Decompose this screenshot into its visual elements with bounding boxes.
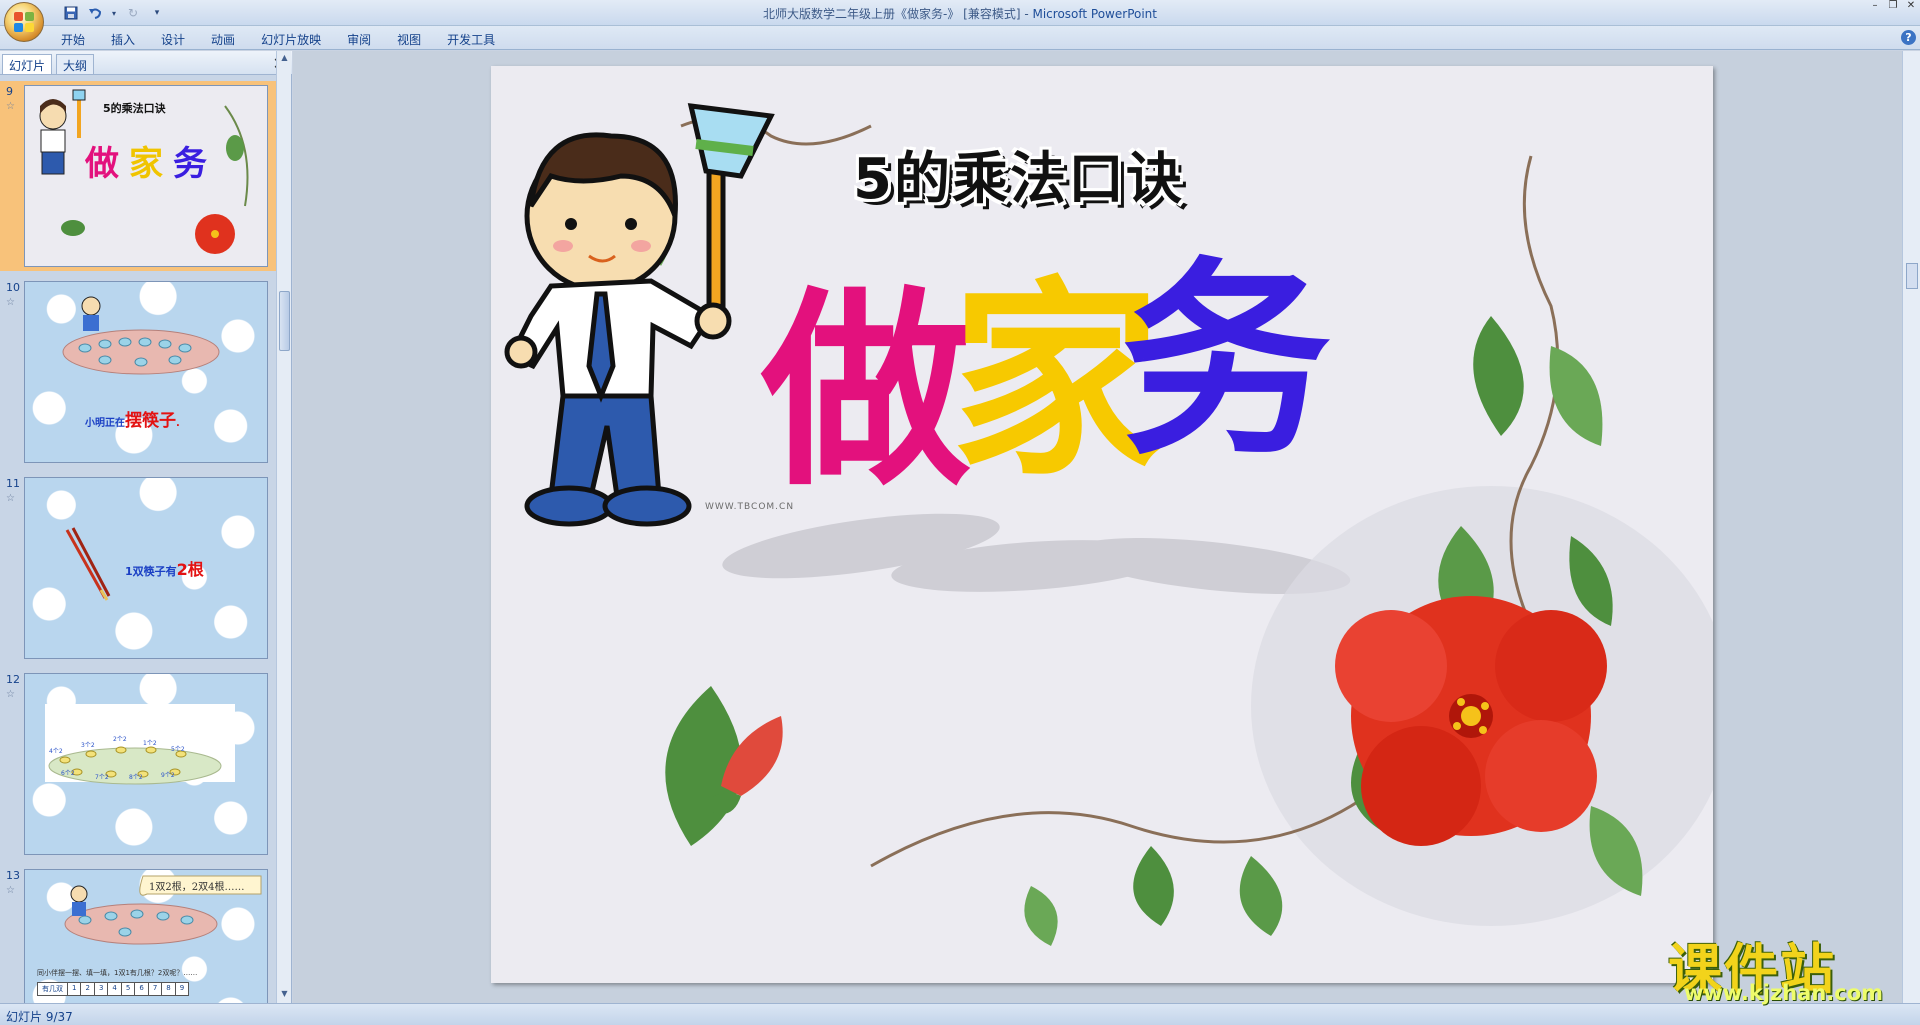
slide-thumbnail-9[interactable]: 9 ☆ 5的乘法口诀 做家务 bbox=[0, 81, 276, 271]
slide-number: 9 bbox=[6, 85, 13, 98]
slide-number: 13 bbox=[6, 869, 20, 882]
slide-number: 11 bbox=[6, 477, 20, 490]
scroll-down-icon[interactable]: ▼ bbox=[279, 989, 290, 1001]
thumb-table: 有几双 1 2 3 4 5 6 7 8 9 bbox=[37, 982, 190, 996]
slide-preview: 5的乘法口诀 做家务 bbox=[24, 85, 268, 267]
slide-thumbnail-11[interactable]: 11 ☆ 1双筷子有2根 bbox=[0, 473, 276, 663]
current-slide[interactable]: 5的乘法口诀 做 家 务 WWW.TBCOM.CN bbox=[491, 66, 1713, 983]
slide-thumbnail-10[interactable]: 10 ☆ 小明正在摆筷子. bbox=[0, 277, 276, 467]
thumb-label: 5个2 bbox=[171, 746, 185, 753]
site-watermark: 课件站 www.kjzhan.com bbox=[1668, 925, 1898, 1005]
tab-insert[interactable]: 插入 bbox=[98, 28, 148, 51]
thumb-caption: 1双筷子有2根 bbox=[125, 560, 204, 579]
tab-outline[interactable]: 大纲 bbox=[56, 54, 95, 74]
scrollbar-thumb[interactable] bbox=[279, 291, 290, 351]
help-icon[interactable]: ? bbox=[1901, 30, 1916, 45]
ribbon: 开始 插入 设计 动画 幻灯片放映 审阅 视图 开发工具 ? bbox=[0, 26, 1920, 50]
slide-title: 5的乘法口诀 bbox=[853, 147, 1184, 212]
thumb-label: 6个2 bbox=[61, 770, 75, 777]
thumb-heading: 做家务 bbox=[85, 144, 217, 184]
watermark-url: www.kjzhan.com bbox=[1684, 981, 1884, 1005]
transition-star-icon: ☆ bbox=[6, 297, 15, 308]
title-bar: ▾ ↻ ▾ 北师大版数学二年级上册《做家务-》 [兼容模式] - Microso… bbox=[0, 0, 1920, 42]
slide-editor: 5的乘法口诀 做 家 务 WWW.TBCOM.CN bbox=[293, 51, 1920, 1003]
slide-scrollbar[interactable] bbox=[1902, 51, 1920, 1003]
window-title-doc: 北师大版数学二年级上册《做家务-》 [兼容模式] - bbox=[763, 7, 1033, 21]
scrollbar-thumb[interactable] bbox=[1906, 263, 1918, 289]
transition-star-icon: ☆ bbox=[6, 101, 15, 112]
slide-thumbnail-12[interactable]: 12 ☆ 4个2 3个2 2个2 1个2 5个2 6个2 7个2 8个2 9个2 bbox=[0, 669, 276, 859]
thumb-caption: 小明正在摆筷子. bbox=[85, 411, 180, 431]
tab-animations[interactable]: 动画 bbox=[198, 28, 248, 51]
thumb-label: 2个2 bbox=[113, 736, 127, 743]
slide-preview: 4个2 3个2 2个2 1个2 5个2 6个2 7个2 8个2 9个2 bbox=[24, 673, 268, 855]
slide-preview: 小明正在摆筷子. bbox=[24, 281, 268, 463]
ribbon-tabs: 开始 插入 设计 动画 幻灯片放映 审阅 视图 开发工具 bbox=[48, 28, 508, 51]
heading-char-1: 做 bbox=[761, 267, 972, 514]
window-title-app: Microsoft PowerPoint bbox=[1032, 7, 1157, 21]
restore-icon[interactable]: ❐ bbox=[1884, 0, 1902, 14]
thumb-label: 7个2 bbox=[95, 774, 109, 781]
pane-tabs: 幻灯片 大纲 ✕ bbox=[0, 51, 292, 75]
tab-developer[interactable]: 开发工具 bbox=[434, 28, 508, 51]
thumb-bubble: 1双2根，2双4根…… bbox=[149, 882, 245, 893]
thumb-label: 9个2 bbox=[161, 772, 175, 779]
thumbnail-scrollbar[interactable]: ▲ ▼ bbox=[276, 51, 291, 1003]
tab-home[interactable]: 开始 bbox=[48, 28, 98, 51]
tab-slideshow[interactable]: 幻灯片放映 bbox=[248, 28, 334, 51]
slides-pane: 幻灯片 大纲 ✕ 9 ☆ bbox=[0, 51, 292, 1003]
transition-star-icon: ☆ bbox=[6, 689, 15, 700]
window-controls: – ❐ ✕ bbox=[1866, 0, 1920, 14]
slide-thumbnails: 9 ☆ 5的乘法口诀 做家务 10 ☆ 小明正在摆筷子. 11 ☆ 1双筷子有2… bbox=[0, 77, 276, 1003]
tab-design[interactable]: 设计 bbox=[148, 28, 198, 51]
office-logo-icon bbox=[14, 12, 34, 32]
slide-number: 10 bbox=[6, 281, 20, 294]
transition-star-icon: ☆ bbox=[6, 493, 15, 504]
window-title: 北师大版数学二年级上册《做家务-》 [兼容模式] - Microsoft Pow… bbox=[0, 5, 1920, 22]
thumb-label: 4个2 bbox=[49, 748, 63, 755]
scroll-up-icon[interactable]: ▲ bbox=[279, 53, 290, 65]
thumb-label: 1个2 bbox=[143, 740, 157, 747]
tab-view[interactable]: 视图 bbox=[384, 28, 434, 51]
thumb-label: 8个2 bbox=[129, 774, 143, 781]
slide-thumbnail-13[interactable]: 13 ☆ 1双2根，2双4根…… 同小伴摆一摆、填一填，1双1有几根？2双呢？…… bbox=[0, 865, 276, 1003]
thumb-label: 3个2 bbox=[81, 742, 95, 749]
minimize-icon[interactable]: – bbox=[1866, 0, 1884, 14]
thumb-title: 5的乘法口诀 bbox=[103, 102, 166, 115]
slide-preview: 1双筷子有2根 bbox=[24, 477, 268, 659]
close-icon[interactable]: ✕ bbox=[1902, 0, 1920, 14]
office-button[interactable] bbox=[4, 2, 44, 42]
tab-review[interactable]: 审阅 bbox=[334, 28, 384, 51]
slide-counter: 幻灯片 9/37 bbox=[6, 1010, 73, 1024]
slide-number: 12 bbox=[6, 673, 20, 686]
status-bar: 幻灯片 9/37 bbox=[0, 1003, 1920, 1025]
slide-preview: 1双2根，2双4根…… 同小伴摆一摆、填一填，1双1有几根？2双呢？…… 有几双… bbox=[24, 869, 268, 1003]
transition-star-icon: ☆ bbox=[6, 885, 15, 896]
thumb-question: 同小伴摆一摆、填一填，1双1有几根？2双呢？…… bbox=[37, 969, 198, 977]
tb-watermark: WWW.TBCOM.CN bbox=[705, 502, 795, 512]
heading-char-3: 务 bbox=[1121, 237, 1332, 484]
tab-slides[interactable]: 幻灯片 bbox=[2, 54, 53, 74]
